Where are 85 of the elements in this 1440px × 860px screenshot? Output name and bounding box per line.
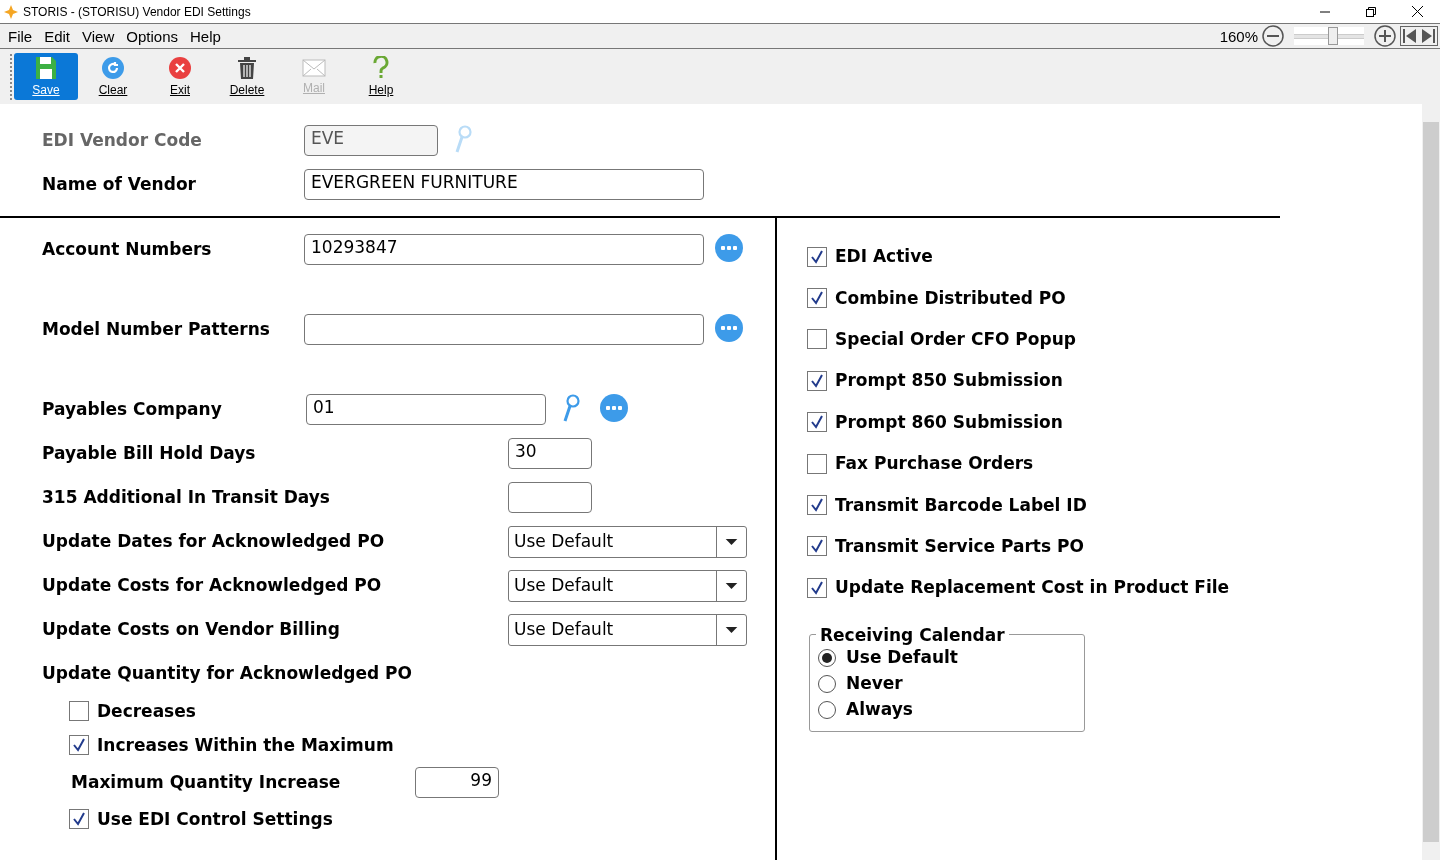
field-label: Account Numbers (42, 238, 213, 261)
field-label: Maximum Quantity Increase (71, 770, 342, 794)
checkbox[interactable] (807, 577, 827, 598)
checkbox[interactable] (69, 701, 89, 721)
checkbox[interactable] (69, 809, 89, 829)
field-label: Name of Vendor (42, 172, 197, 196)
checkbox-label: Prompt 860 Submission (835, 410, 1063, 434)
refresh-icon (101, 56, 125, 80)
scrollbar[interactable] (1422, 104, 1440, 860)
more-button[interactable] (715, 314, 743, 342)
input-field[interactable]: EVERGREEN FURNITURE (304, 168, 704, 200)
zoom-slider[interactable] (1294, 27, 1364, 45)
zoom-out-icon[interactable] (1262, 25, 1284, 47)
checkbox-label: Use EDI Control Settings (97, 807, 333, 831)
dropdown[interactable]: Use Default (508, 526, 747, 558)
zoom-reading: 160% (1219, 27, 1258, 45)
field-label: Update Costs for Acknowledged PO (42, 574, 383, 597)
more-button[interactable] (715, 234, 743, 262)
field-label: Payable Bill Hold Days (42, 442, 257, 465)
dropdown[interactable]: Use Default (508, 614, 747, 646)
more-button[interactable] (600, 394, 628, 422)
radio-label: Use Default (846, 646, 958, 669)
checkbox-label: Prompt 850 Submission (835, 369, 1063, 393)
section-heading: Update Quantity for Acknowledged PO (42, 662, 414, 685)
window-title: STORIS - (STORISU) Vendor EDI Settings (23, 4, 251, 19)
radio-label: Always (846, 698, 913, 721)
zoom-in-icon[interactable] (1374, 25, 1396, 47)
input-field[interactable]: 99 (415, 766, 499, 798)
field-label: Model Number Patterns (42, 318, 271, 341)
question-mark-icon (372, 56, 390, 80)
checkbox-label: Increases Within the Maximum (97, 733, 394, 757)
menu-item[interactable]: Help (184, 27, 227, 45)
trash-icon (237, 56, 257, 80)
checkbox[interactable] (807, 536, 827, 557)
input-field[interactable]: 30 (508, 438, 592, 469)
input-field[interactable] (508, 482, 592, 513)
menu-item[interactable]: Options (120, 27, 184, 45)
close-icon (1411, 6, 1423, 17)
first-page-icon[interactable] (1401, 27, 1419, 45)
toolbar-button[interactable]: Delete (215, 53, 279, 100)
restore-icon (1366, 6, 1376, 17)
input-field[interactable]: 10293847 (304, 234, 704, 265)
menu-item[interactable]: File (2, 27, 39, 45)
toolbar-button[interactable]: Help (349, 53, 413, 100)
field-label: Update Dates for Acknowledged PO (42, 530, 386, 553)
checkbox[interactable] (807, 288, 827, 309)
toolbar-button[interactable]: Clear (81, 53, 145, 100)
radio-label: Never (846, 672, 903, 695)
close-icon (168, 56, 192, 80)
radio-button[interactable] (818, 648, 836, 667)
toolbar-button[interactable]: Save (14, 53, 78, 100)
dropdown[interactable]: Use Default (508, 570, 747, 602)
checkbox-label: Update Replacement Cost in Product File (835, 576, 1230, 600)
radio-button[interactable] (818, 700, 836, 719)
input-field: EVE (304, 124, 438, 156)
field-label: 315 Additional In Transit Days (42, 486, 331, 509)
checkbox-label: Decreases (97, 699, 196, 723)
slider-thumb[interactable] (1327, 27, 1338, 45)
last-page-icon[interactable] (1419, 27, 1437, 45)
checkbox[interactable] (807, 370, 827, 391)
menu-item[interactable]: Edit (38, 27, 77, 45)
envelope-icon (302, 58, 326, 78)
checkbox[interactable] (69, 735, 89, 755)
checkbox[interactable] (807, 246, 827, 267)
field-label: Update Costs on Vendor Billing (42, 618, 341, 641)
checkbox-label: Transmit Service Parts PO (835, 534, 1084, 558)
app-logo-icon (4, 4, 18, 19)
radio-button[interactable] (818, 674, 836, 693)
menu-item[interactable]: View (76, 27, 121, 45)
checkbox[interactable] (807, 453, 827, 474)
checkbox-label: Transmit Barcode Label ID (835, 493, 1087, 517)
checkbox[interactable] (807, 495, 827, 516)
checkbox-label: EDI Active (835, 245, 933, 269)
checkbox-label: Combine Distributed PO (835, 286, 1066, 310)
search-icon[interactable] (562, 394, 580, 424)
input-field[interactable] (304, 314, 704, 345)
group-title: Receiving Calendar (819, 624, 1006, 645)
checkbox[interactable] (807, 412, 827, 433)
checkbox-label: Special Order CFO Popup (835, 327, 1076, 351)
toolbar-button[interactable]: Exit (148, 53, 212, 100)
field-label: EDI Vendor Code (42, 128, 203, 152)
field-label: Payables Company (42, 398, 223, 421)
checkbox-label: Fax Purchase Orders (835, 452, 1034, 476)
input-field[interactable]: 01 (306, 394, 546, 425)
checkbox[interactable] (807, 329, 827, 350)
